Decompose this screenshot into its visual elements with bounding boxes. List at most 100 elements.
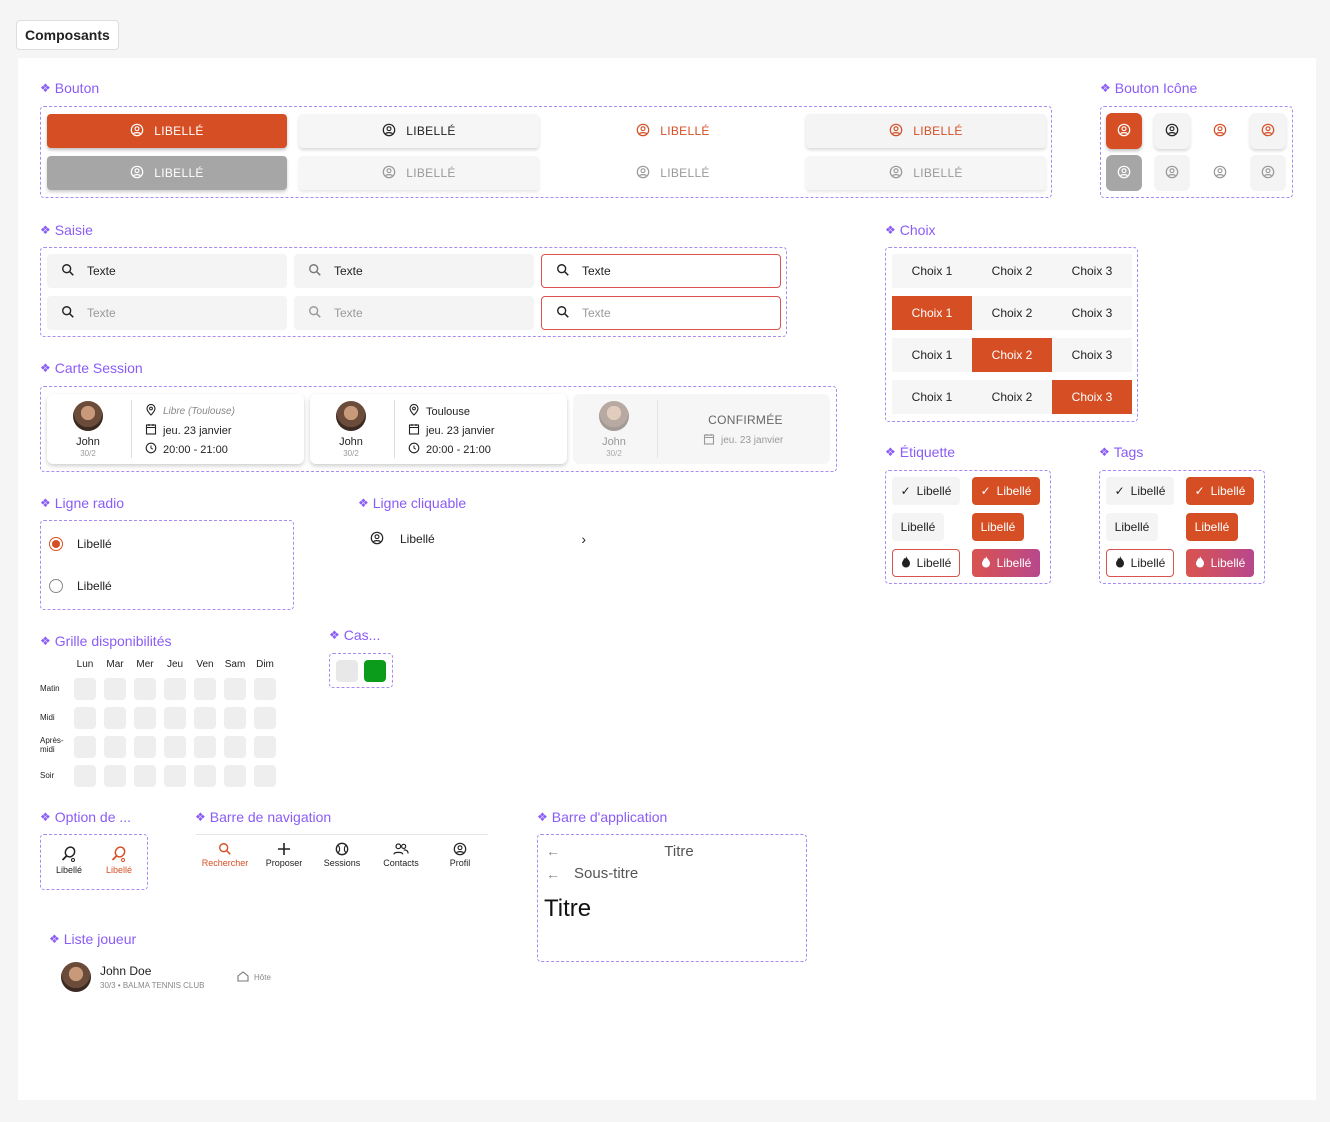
grid-cell[interactable] — [194, 678, 216, 700]
grid-cell[interactable] — [194, 736, 216, 758]
choice-option[interactable]: Choix 3 — [1052, 254, 1132, 288]
nav-item-profil[interactable]: Profil — [431, 842, 489, 868]
nav-item-sessions[interactable]: Sessions — [313, 842, 371, 868]
grid-cell[interactable] — [224, 765, 246, 787]
grid-cell[interactable] — [164, 765, 186, 787]
outlined-button-disabled[interactable]: LIBELLÉ — [299, 156, 539, 190]
choice-option[interactable]: Choix 2 — [972, 254, 1052, 288]
grid-cell[interactable] — [134, 707, 156, 729]
radio-unselected-icon[interactable] — [49, 579, 63, 593]
tag-flame[interactable]: Libellé — [1106, 549, 1174, 577]
tag-flame-active[interactable]: Libellé — [1186, 549, 1254, 577]
grid-cell[interactable] — [254, 736, 276, 758]
icon-button-outlined-disabled[interactable] — [1154, 155, 1190, 191]
grid-cell[interactable] — [74, 707, 96, 729]
nav-item-rechercher[interactable]: Rechercher — [196, 842, 254, 868]
label-flame[interactable]: Libellé — [892, 549, 960, 577]
choice-option[interactable]: Choix 1 — [892, 296, 972, 330]
radio-selected-icon[interactable] — [49, 537, 63, 551]
choice-option[interactable]: Choix 1 — [892, 338, 972, 372]
availability-grid: Lun Mar Mer Jeu Ven Sam Dim Matin Midi Après- mid… — [40, 656, 290, 788]
nav-item-contacts[interactable]: Contacts — [372, 842, 430, 868]
tag-plain-active[interactable]: Libellé — [1186, 513, 1238, 541]
cell-empty[interactable] — [336, 660, 358, 682]
grid-cell[interactable] — [224, 678, 246, 700]
choice-option[interactable]: Choix 2 — [972, 338, 1052, 372]
search-input-error-placeholder[interactable]: Texte — [541, 296, 781, 330]
user-icon — [382, 165, 396, 182]
radio-row[interactable]: Libellé — [49, 579, 112, 593]
filled-button-disabled[interactable]: LIBELLÉ — [47, 156, 287, 190]
grid-cell[interactable] — [104, 736, 126, 758]
grid-cell[interactable] — [164, 707, 186, 729]
session-card[interactable]: John 30/2 Libre (Toulouse) jeu. 23 janvi… — [47, 394, 304, 464]
icon-button-tonal-disabled[interactable] — [1250, 155, 1286, 191]
page-title-chip[interactable]: Composants — [16, 20, 119, 50]
tag-checked-active[interactable]: ✓ Libellé — [1186, 477, 1254, 505]
search-input-error[interactable]: Texte — [541, 254, 781, 288]
outlined-button[interactable]: LIBELLÉ — [299, 114, 539, 148]
grid-cell[interactable] — [224, 736, 246, 758]
arrow-left-icon[interactable]: ← — [546, 843, 560, 859]
search-input-placeholder[interactable]: Texte — [47, 296, 287, 330]
tag-checked[interactable]: ✓ Libellé — [1106, 477, 1174, 505]
radio-row-selected[interactable]: Libellé — [49, 537, 112, 551]
grid-cell[interactable] — [164, 678, 186, 700]
choice-option[interactable]: Choix 3 — [1052, 338, 1132, 372]
grid-cell[interactable] — [194, 765, 216, 787]
choice-option[interactable]: Choix 2 — [972, 296, 1052, 330]
grid-cell[interactable] — [224, 707, 246, 729]
grid-cell[interactable] — [104, 707, 126, 729]
session-card[interactable]: John 30/2 Toulouse jeu. 23 janvier 20:00… — [310, 394, 567, 464]
grid-cell[interactable] — [194, 707, 216, 729]
option-item[interactable]: Libellé — [47, 845, 91, 875]
grid-cell[interactable] — [254, 678, 276, 700]
icon-button-outlined[interactable] — [1154, 113, 1190, 149]
text-button[interactable]: LIBELLÉ — [553, 114, 793, 148]
label-checked-active[interactable]: ✓ Libellé — [972, 477, 1040, 505]
icon-button-filled-disabled[interactable] — [1106, 155, 1142, 191]
choice-option[interactable]: Choix 2 — [972, 380, 1052, 414]
grid-cell[interactable] — [164, 736, 186, 758]
nav-item-proposer[interactable]: Proposer — [255, 842, 313, 868]
filled-button[interactable]: LIBELLÉ — [47, 114, 287, 148]
icon-button-tonal[interactable] — [1250, 113, 1286, 149]
label-plain-active[interactable]: Libellé — [972, 513, 1024, 541]
icon-button-filled[interactable] — [1106, 113, 1142, 149]
grid-cell[interactable] — [104, 678, 126, 700]
label-plain[interactable]: Libellé — [892, 513, 944, 541]
label-checked[interactable]: ✓ Libellé — [892, 477, 960, 505]
icon-button-text-disabled[interactable] — [1202, 155, 1238, 191]
search-input-disabled[interactable]: Texte — [294, 296, 534, 330]
session-card-confirmed[interactable]: John 30/2 CONFIRMÉE jeu. 23 janvier — [573, 394, 830, 464]
search-input-focused[interactable]: Texte — [294, 254, 534, 288]
cell-available[interactable] — [364, 660, 386, 682]
choice-option[interactable]: Choix 3 — [1052, 380, 1132, 414]
grid-cell[interactable] — [134, 765, 156, 787]
grid-cell[interactable] — [74, 765, 96, 787]
grid-cell[interactable] — [134, 678, 156, 700]
tonal-button-disabled[interactable]: LIBELLÉ — [806, 156, 1046, 190]
pin-icon — [145, 403, 157, 419]
text-button-disabled[interactable]: LIBELLÉ — [553, 156, 793, 190]
grid-cell[interactable] — [134, 736, 156, 758]
tonal-button[interactable]: LIBELLÉ — [806, 114, 1046, 148]
grid-day-label: Mar — [106, 659, 124, 670]
player-row[interactable]: John Doe 30/3 • BALMA TENNIS CLUB Hôte — [61, 962, 321, 994]
search-input[interactable]: Texte — [47, 254, 287, 288]
label-flame-active[interactable]: Libellé — [972, 549, 1040, 577]
tag-plain[interactable]: Libellé — [1106, 513, 1158, 541]
choice-option[interactable]: Choix 1 — [892, 380, 972, 414]
clickable-row[interactable]: Libellé › — [370, 529, 586, 549]
grid-cell[interactable] — [74, 736, 96, 758]
arrow-left-icon[interactable]: ← — [546, 866, 560, 882]
grid-cell[interactable] — [254, 765, 276, 787]
grid-cell[interactable] — [74, 678, 96, 700]
choice-option[interactable]: Choix 1 — [892, 254, 972, 288]
icon-button-text[interactable] — [1202, 113, 1238, 149]
grid-cell[interactable] — [104, 765, 126, 787]
grid-cell[interactable] — [254, 707, 276, 729]
choice-option[interactable]: Choix 3 — [1052, 296, 1132, 330]
option-item-active[interactable]: Libellé — [97, 845, 141, 875]
divider — [657, 400, 658, 458]
